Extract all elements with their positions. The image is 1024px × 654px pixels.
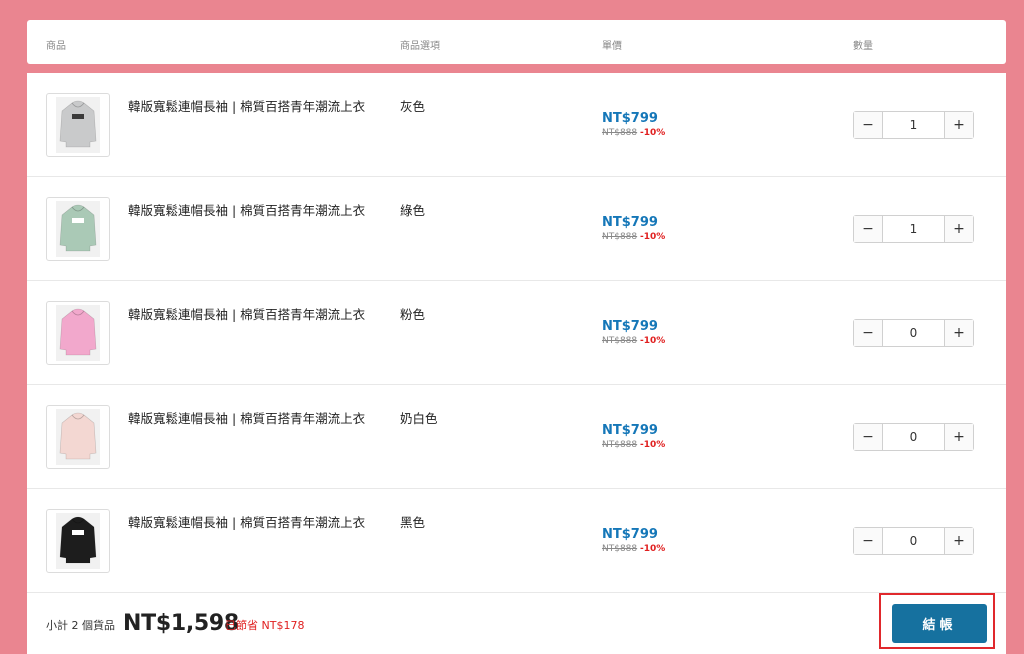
cart-item-row: 韓版寬鬆連帽長袖 | 棉質百搭青年潮流上衣 粉色 NT$799 NT$888 -…: [27, 281, 1006, 385]
increase-quantity-button[interactable]: +: [944, 528, 973, 554]
price-block: NT$799 NT$888 -10%: [602, 111, 665, 139]
column-header-quantity: 數量: [853, 41, 873, 52]
product-name[interactable]: 韓版寬鬆連帽長袖 | 棉質百搭青年潮流上衣: [128, 408, 365, 427]
sale-price: NT$799: [602, 423, 658, 438]
original-price: NT$888: [602, 232, 638, 242]
quantity-input[interactable]: [883, 424, 944, 450]
product-thumbnail[interactable]: [46, 301, 110, 365]
increase-quantity-button[interactable]: +: [944, 112, 973, 138]
price-detail: NT$888 -10%: [602, 439, 665, 451]
product-option: 奶白色: [400, 411, 438, 426]
price-detail: NT$888 -10%: [602, 335, 665, 347]
quantity-stepper: − +: [853, 527, 974, 555]
price-block: NT$799 NT$888 -10%: [602, 423, 665, 451]
hoodie-icon: [56, 305, 100, 361]
hoodie-icon: [56, 201, 100, 257]
subtotal-label: 小計 2 個貨品: [46, 619, 115, 632]
original-price: NT$888: [602, 128, 638, 138]
sale-price: NT$799: [602, 319, 658, 334]
price-detail: NT$888 -10%: [602, 127, 665, 139]
product-name[interactable]: 韓版寬鬆連帽長袖 | 棉質百搭青年潮流上衣: [128, 512, 365, 531]
discount-badge: -10%: [640, 440, 666, 450]
cart-item-row: 韓版寬鬆連帽長袖 | 棉質百搭青年潮流上衣 奶白色 NT$799 NT$888 …: [27, 385, 1006, 489]
product-name[interactable]: 韓版寬鬆連帽長袖 | 棉質百搭青年潮流上衣: [128, 96, 365, 115]
discount-badge: -10%: [640, 336, 666, 346]
product-thumbnail[interactable]: [46, 197, 110, 261]
savings-text: 已節省 NT$178: [225, 619, 305, 632]
original-price: NT$888: [602, 336, 638, 346]
cart-table-header: 商品 商品選項 單價 數量: [27, 20, 1006, 64]
sale-price: NT$799: [602, 527, 658, 542]
increase-quantity-button[interactable]: +: [944, 216, 973, 242]
decrease-quantity-button[interactable]: −: [854, 216, 883, 242]
sale-price: NT$799: [602, 111, 658, 126]
product-thumbnail[interactable]: [46, 509, 110, 573]
quantity-stepper: − +: [853, 111, 974, 139]
discount-badge: -10%: [640, 544, 666, 554]
cart-items-panel: 韓版寬鬆連帽長袖 | 棉質百搭青年潮流上衣 灰色 NT$799 NT$888 -…: [27, 73, 1006, 654]
column-header-option: 商品選項: [400, 41, 440, 52]
price-detail: NT$888 -10%: [602, 231, 665, 243]
cart-item-row: 韓版寬鬆連帽長袖 | 棉質百搭青年潮流上衣 灰色 NT$799 NT$888 -…: [27, 73, 1006, 177]
quantity-input[interactable]: [883, 216, 944, 242]
quantity-stepper: − +: [853, 319, 974, 347]
product-option: 黑色: [400, 515, 426, 530]
quantity-stepper: − +: [853, 215, 974, 243]
increase-quantity-button[interactable]: +: [944, 424, 973, 450]
cart-item-row: 韓版寬鬆連帽長袖 | 棉質百搭青年潮流上衣 黑色 NT$799 NT$888 -…: [27, 489, 1006, 593]
subtotal-amount: NT$1,598: [123, 611, 239, 636]
hoodie-icon: [56, 409, 100, 465]
hoodie-icon: [56, 97, 100, 153]
decrease-quantity-button[interactable]: −: [854, 424, 883, 450]
original-price: NT$888: [602, 544, 638, 554]
product-option: 灰色: [400, 99, 426, 114]
product-thumbnail[interactable]: [46, 93, 110, 157]
checkout-button[interactable]: 結帳: [892, 604, 987, 643]
discount-badge: -10%: [640, 128, 666, 138]
product-name[interactable]: 韓版寬鬆連帽長袖 | 棉質百搭青年潮流上衣: [128, 304, 365, 323]
hoodie-icon: [56, 513, 100, 569]
decrease-quantity-button[interactable]: −: [854, 112, 883, 138]
increase-quantity-button[interactable]: +: [944, 320, 973, 346]
quantity-input[interactable]: [883, 528, 944, 554]
product-thumbnail[interactable]: [46, 405, 110, 469]
product-name[interactable]: 韓版寬鬆連帽長袖 | 棉質百搭青年潮流上衣: [128, 200, 365, 219]
price-block: NT$799 NT$888 -10%: [602, 215, 665, 243]
product-option: 粉色: [400, 307, 426, 322]
product-option: 綠色: [400, 203, 426, 218]
price-detail: NT$888 -10%: [602, 543, 665, 555]
decrease-quantity-button[interactable]: −: [854, 528, 883, 554]
quantity-stepper: − +: [853, 423, 974, 451]
quantity-input[interactable]: [883, 320, 944, 346]
decrease-quantity-button[interactable]: −: [854, 320, 883, 346]
cart-item-list: 韓版寬鬆連帽長袖 | 棉質百搭青年潮流上衣 灰色 NT$799 NT$888 -…: [27, 73, 1006, 593]
cart-item-row: 韓版寬鬆連帽長袖 | 棉質百搭青年潮流上衣 綠色 NT$799 NT$888 -…: [27, 177, 1006, 281]
price-block: NT$799 NT$888 -10%: [602, 319, 665, 347]
sale-price: NT$799: [602, 215, 658, 230]
column-header-price: 單價: [602, 41, 622, 52]
price-block: NT$799 NT$888 -10%: [602, 527, 665, 555]
column-header-product: 商品: [46, 41, 66, 52]
quantity-input[interactable]: [883, 112, 944, 138]
original-price: NT$888: [602, 440, 638, 450]
discount-badge: -10%: [640, 232, 666, 242]
